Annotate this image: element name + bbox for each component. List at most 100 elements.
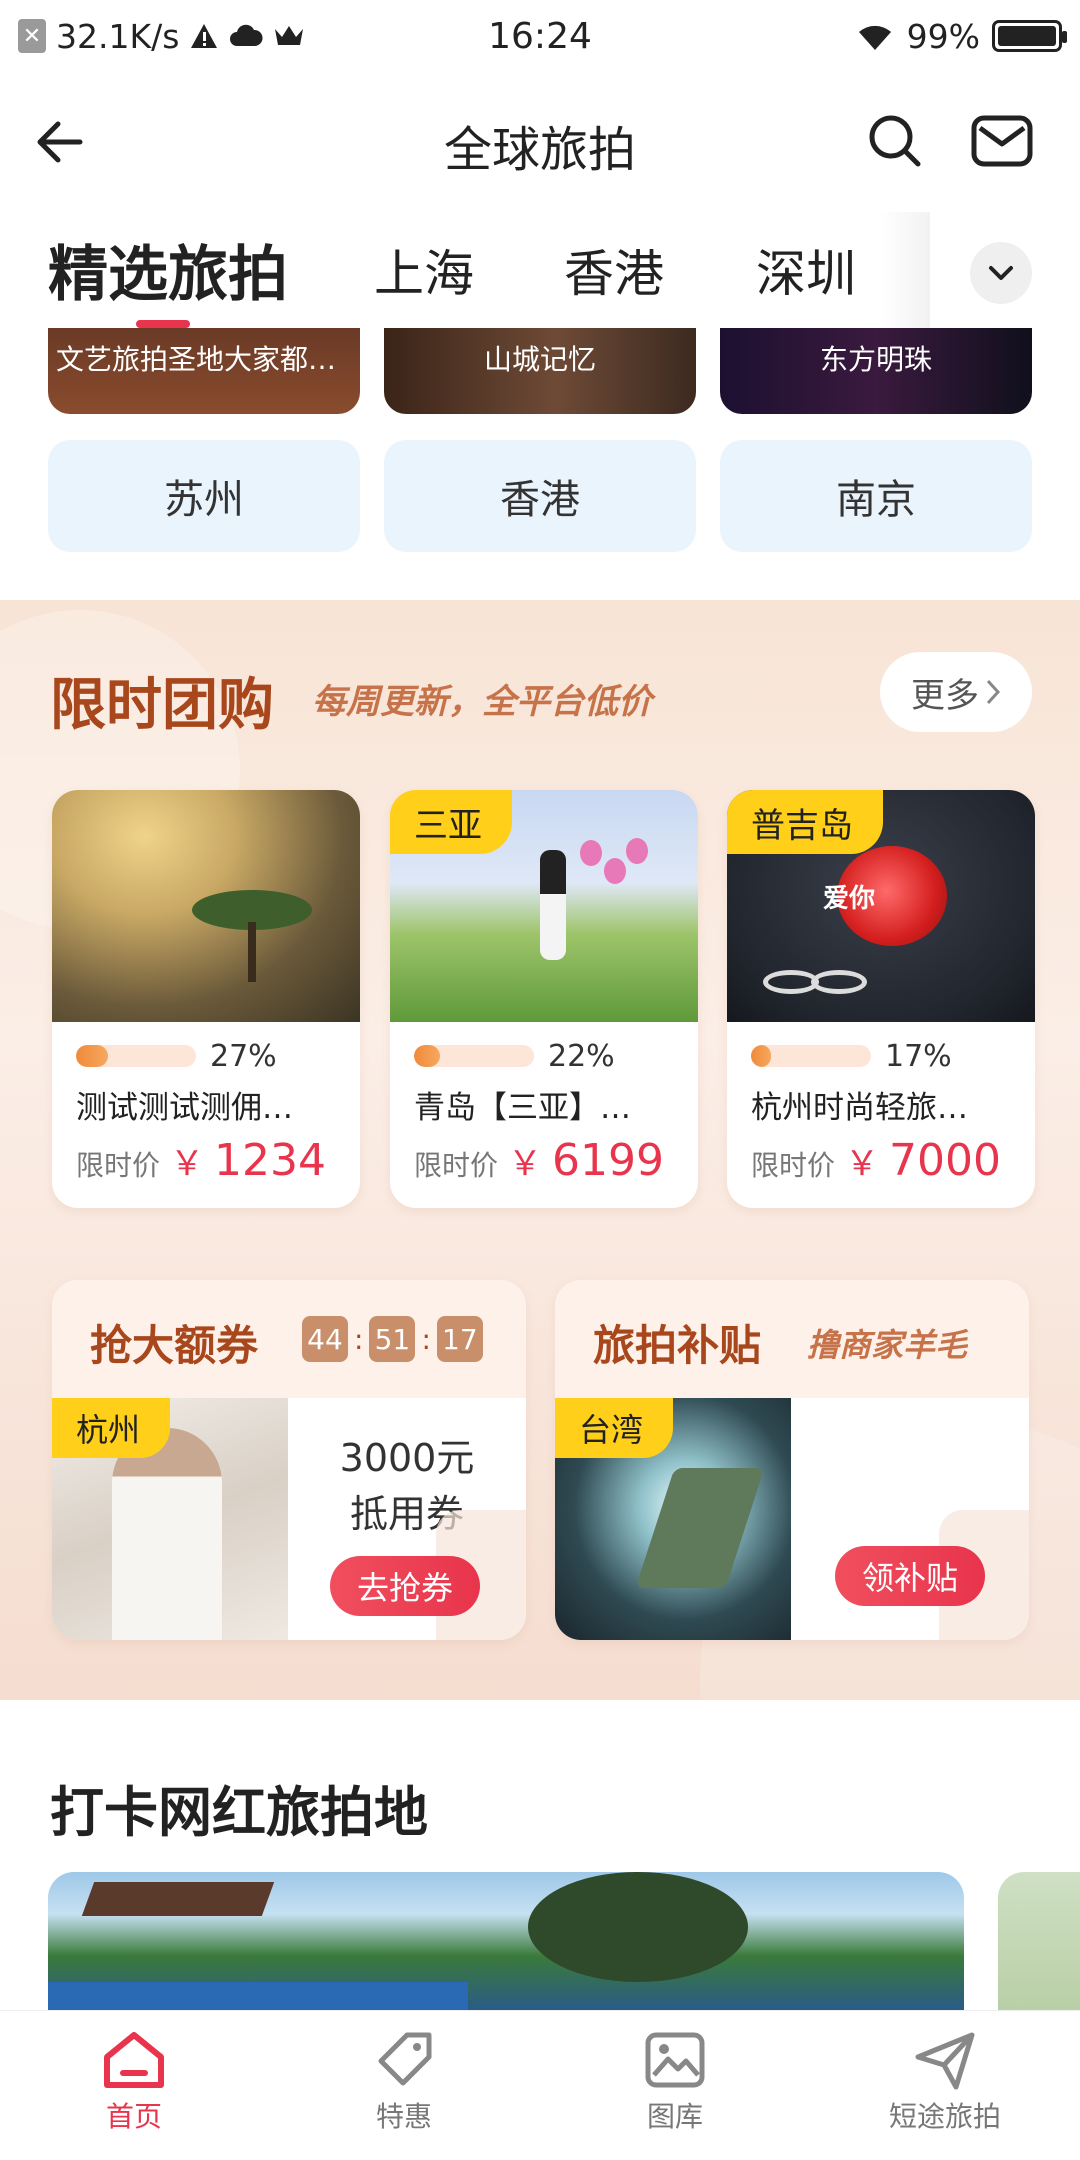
timer-separator: : xyxy=(354,1322,364,1356)
price-label: 限时价 xyxy=(751,1149,836,1182)
image-trunk xyxy=(248,922,256,982)
image-balloon xyxy=(626,838,648,864)
sales-progress-bar xyxy=(414,1045,534,1067)
battery-icon xyxy=(992,20,1067,52)
wifi-icon xyxy=(858,25,891,50)
crown-icon xyxy=(275,26,304,45)
subsidy-slogan: 撸商家羊毛 xyxy=(807,1326,968,1364)
coupon-amount: 3000元 xyxy=(339,1436,475,1480)
tab-shenzhen[interactable]: 深圳 xyxy=(756,234,856,306)
tab-gallery[interactable]: 图库 xyxy=(575,2029,775,2135)
tab-gallery-label: 图库 xyxy=(646,2100,703,2133)
tab-home-label: 首页 xyxy=(105,2100,162,2133)
grab-coupon-button[interactable]: 去抢券 xyxy=(330,1556,480,1616)
image-pavilion xyxy=(81,1882,275,1916)
destination-card[interactable]: 东方明珠 xyxy=(720,328,1032,414)
more-label: 更多 xyxy=(911,675,979,716)
product-image: 爱你 普吉岛 xyxy=(727,790,1035,1022)
image-pool xyxy=(48,1982,468,2012)
checkin-section-title: 打卡网红旅拍地 xyxy=(50,1781,428,1844)
price-label: 限时价 xyxy=(414,1149,499,1182)
subsidy-title: 旅拍补贴 xyxy=(593,1321,762,1370)
location-badge: 普吉岛 xyxy=(727,790,883,854)
image-balloon xyxy=(604,858,626,884)
claim-subsidy-button[interactable]: 领补贴 xyxy=(835,1546,985,1606)
home-icon xyxy=(104,2032,164,2088)
tabs-expand-button[interactable] xyxy=(970,242,1032,304)
tab-shanghai[interactable]: 上海 xyxy=(374,234,474,306)
tab-short-trip-label: 短途旅拍 xyxy=(888,2100,1001,2133)
status-right: 99% xyxy=(855,16,1067,56)
spot-card[interactable] xyxy=(998,1872,1080,2012)
product-name: 杭州时尚轻旅… xyxy=(751,1090,968,1126)
more-button[interactable]: 更多 xyxy=(880,652,1032,732)
sales-progress-bar xyxy=(751,1045,871,1067)
product-price: 6199 xyxy=(552,1135,664,1186)
image-caption: 爱你 xyxy=(823,884,876,914)
destination-card[interactable]: 山城记忆 xyxy=(384,328,696,414)
mail-icon[interactable] xyxy=(970,112,1034,170)
back-arrow-icon[interactable] xyxy=(30,112,90,172)
network-speed: 32.1K/s xyxy=(56,16,180,56)
currency-symbol: ￥ xyxy=(170,1144,205,1184)
city-chip-hongkong[interactable]: 香港 xyxy=(384,440,696,552)
city-chip-suzhou[interactable]: 苏州 xyxy=(48,440,360,552)
group-buy-card[interactable]: 爱你 普吉岛 17% 杭州时尚轻旅… 限时价 ￥ 7000 xyxy=(727,790,1035,1208)
currency-symbol: ￥ xyxy=(845,1144,880,1184)
image-shape xyxy=(635,1468,765,1588)
tab-home[interactable]: 首页 xyxy=(34,2029,234,2135)
timer-separator: : xyxy=(421,1322,431,1356)
nav-bar: 全球旅拍 xyxy=(0,72,1080,212)
product-price: 7000 xyxy=(889,1135,1001,1186)
status-left: ✕ 32.1K/s xyxy=(18,17,305,56)
destination-card-label: 山城记忆 xyxy=(483,343,596,376)
gallery-icon xyxy=(645,2032,705,2088)
paper-plane-icon xyxy=(915,2032,975,2090)
destination-card[interactable]: 文艺旅拍圣地大家都… xyxy=(48,328,360,414)
timer-hours: 44 xyxy=(302,1316,348,1362)
coupon-title: 抢大额券 xyxy=(90,1321,259,1370)
search-icon[interactable] xyxy=(864,110,926,172)
destination-card-label: 文艺旅拍圣地大家都… xyxy=(56,343,337,376)
image-dress xyxy=(112,1428,222,1640)
tab-underline xyxy=(136,320,190,328)
tab-deals[interactable]: 特惠 xyxy=(304,2029,504,2135)
location-badge: 台湾 xyxy=(555,1398,674,1458)
product-name: 测试测试测佣… xyxy=(76,1090,293,1126)
currency-symbol: ￥ xyxy=(508,1144,543,1184)
image-balloon xyxy=(580,840,602,866)
sales-progress-bar xyxy=(76,1045,196,1067)
tab-hongkong[interactable]: 香港 xyxy=(564,234,664,306)
warning-icon xyxy=(191,24,218,48)
battery-percent: 99% xyxy=(906,16,980,56)
image-couple xyxy=(540,850,566,960)
sales-percent: 22% xyxy=(548,1038,615,1074)
group-buy-slogan: 每周更新，全平台低价 xyxy=(312,682,652,722)
city-chip-nanjing[interactable]: 南京 xyxy=(720,440,1032,552)
tab-short-trip[interactable]: 短途旅拍 xyxy=(845,2029,1045,2135)
image-ring xyxy=(811,970,867,994)
chevron-right-icon xyxy=(986,679,1001,705)
chevron-down-icon xyxy=(989,266,1013,280)
location-badge: 杭州 xyxy=(52,1398,171,1458)
bottom-tab-bar: 首页 特惠 图库 短途旅拍 xyxy=(0,2010,1080,2160)
timer-seconds: 17 xyxy=(436,1316,483,1362)
subsidy-card[interactable]: 旅拍补贴 撸商家羊毛 台湾 领补贴 xyxy=(555,1280,1029,1640)
tab-featured[interactable]: 精选旅拍 xyxy=(48,226,288,313)
destination-card-label: 东方明珠 xyxy=(819,343,932,376)
group-buy-card[interactable]: 27% 测试测试测佣… 限时价 ￥ 1234 xyxy=(52,790,360,1208)
sales-percent: 17% xyxy=(885,1038,952,1074)
group-buy-title: 限时团购 xyxy=(50,673,274,738)
coupon-card[interactable]: 抢大额券 44 : 51 : 17 杭州 3000元 抵用券 去抢券 xyxy=(52,1280,526,1640)
cloud-icon xyxy=(230,24,263,46)
sales-percent: 27% xyxy=(210,1038,277,1074)
city-tabs: 精选旅拍 上海 香港 深圳 xyxy=(0,212,1080,328)
group-buy-card[interactable]: 三亚 22% 青岛【三亚】… 限时价 ￥ 6199 xyxy=(390,790,698,1208)
spot-card[interactable] xyxy=(48,1872,964,2012)
timer-minutes: 51 xyxy=(369,1316,416,1362)
tag-icon xyxy=(378,2032,432,2086)
location-badge: 三亚 xyxy=(390,790,512,854)
tab-deals-label: 特惠 xyxy=(375,2100,432,2133)
countdown-timer: 44 : 51 : 17 xyxy=(302,1316,483,1362)
notification-close-icon: ✕ xyxy=(18,19,46,53)
